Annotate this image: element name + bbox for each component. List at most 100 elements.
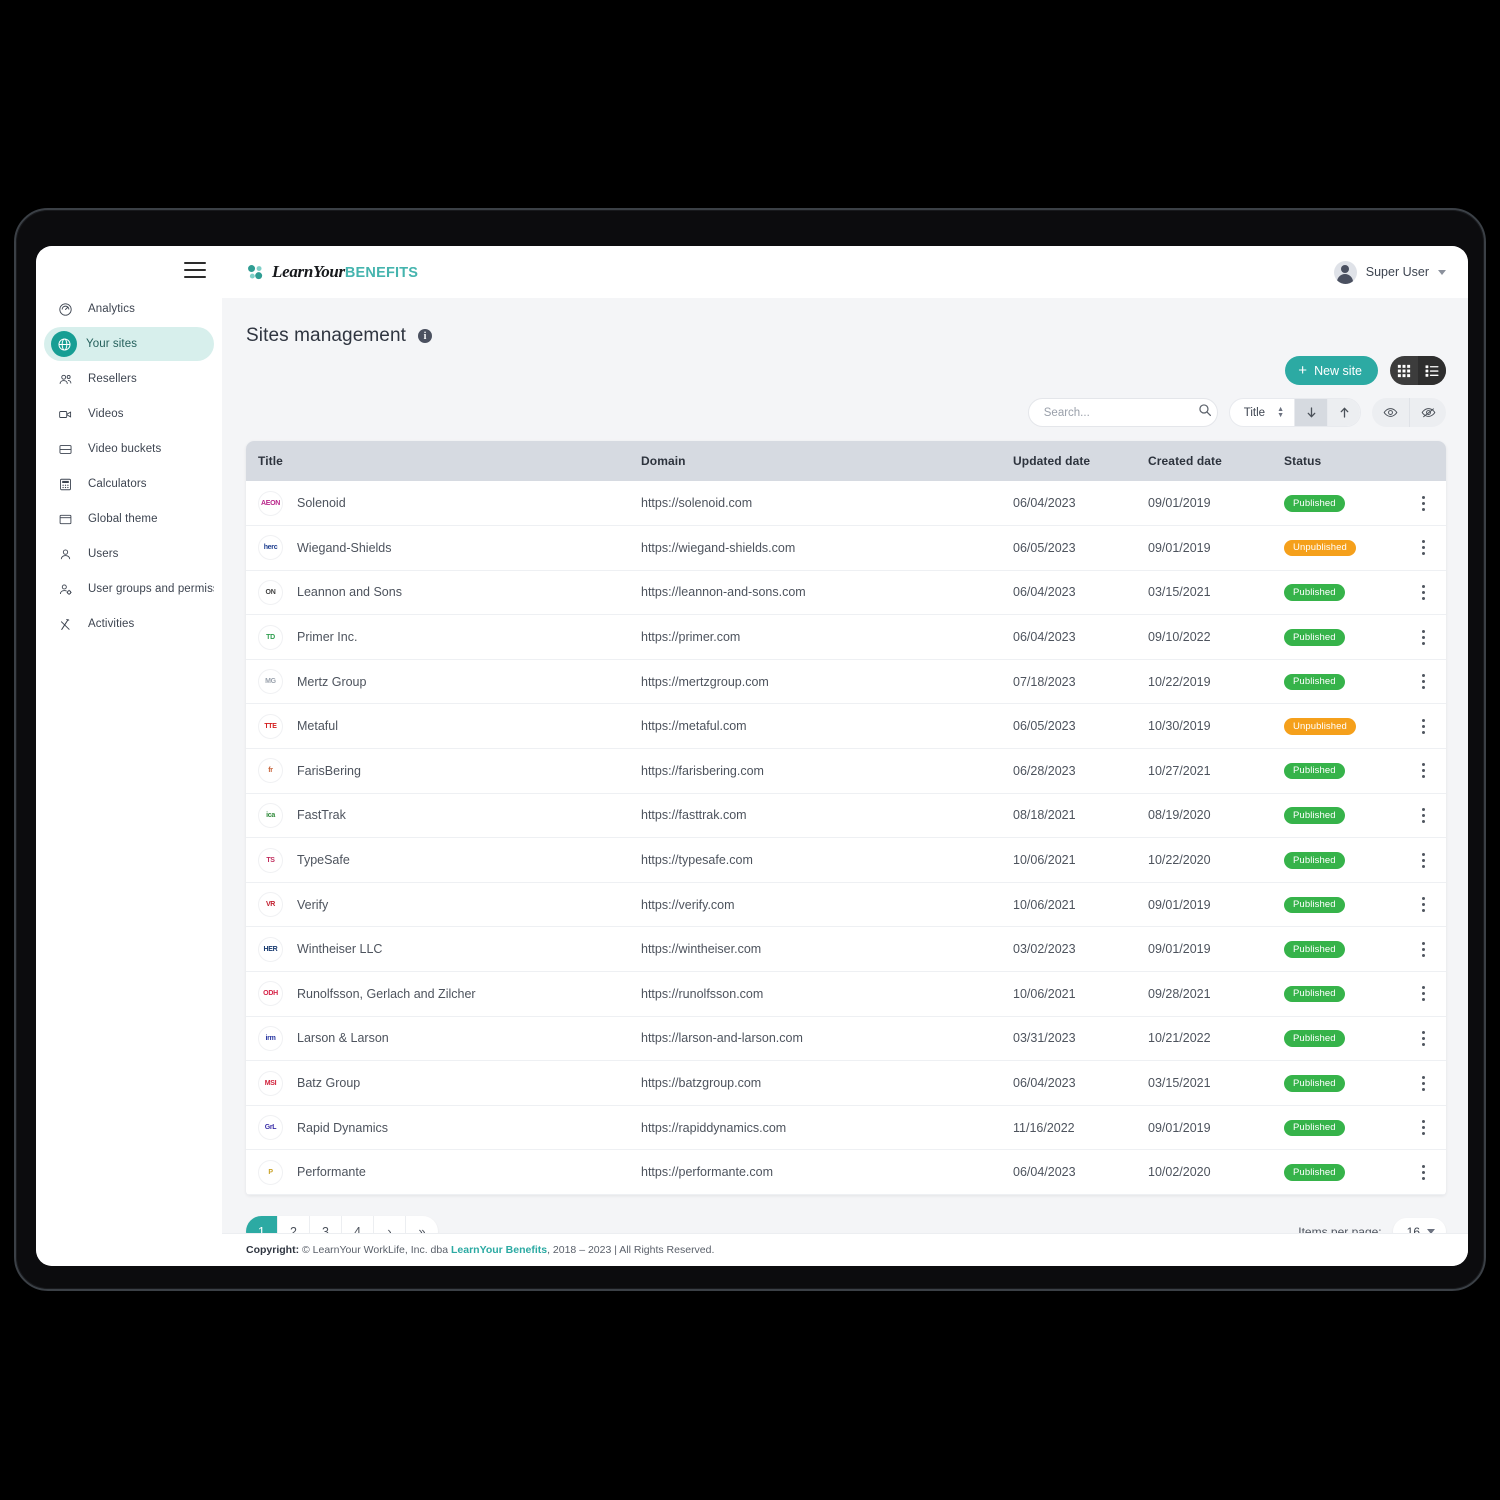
table-row[interactable]: irm Larson & Larson https://larson-and-lar…: [246, 1016, 1446, 1062]
row-menu-icon[interactable]: [1400, 540, 1446, 556]
row-menu-icon[interactable]: [1400, 629, 1446, 645]
sidebar: Analytics Your sites Resellers Videos Video …: [36, 246, 222, 1266]
row-menu-icon[interactable]: [1400, 1120, 1446, 1136]
cell-created-date: 08/19/2020: [1148, 793, 1284, 839]
updated-date: 10/06/2021: [1013, 986, 1076, 1001]
row-menu-icon[interactable]: [1400, 1030, 1446, 1046]
column-header-title[interactable]: Title: [246, 441, 641, 481]
eye-off-icon[interactable]: [1409, 398, 1446, 427]
column-header-updated[interactable]: Updated date: [1013, 441, 1148, 481]
sidebar-item-users[interactable]: Users: [44, 537, 214, 571]
cell-updated-date: 10/06/2021: [1013, 882, 1148, 928]
cell-created-date: 09/01/2019: [1148, 525, 1284, 571]
row-menu-icon[interactable]: [1400, 718, 1446, 734]
sidebar-item-activities[interactable]: Activities: [44, 607, 214, 641]
hamburger-icon[interactable]: [184, 262, 206, 278]
created-date: 09/01/2019: [1148, 496, 1211, 511]
cell-updated-date: 06/04/2023: [1013, 570, 1148, 616]
site-title: Leannon and Sons: [297, 585, 402, 600]
table-row[interactable]: ica FastTrak https://fasttrak.com 08/18/202…: [246, 793, 1446, 839]
table-row[interactable]: TS TypeSafe https://typesafe.com 10/06/2021…: [246, 837, 1446, 883]
main-content: Sites management i + New site Search... …: [222, 298, 1468, 1266]
table-row[interactable]: P Performante https://performante.com 06/04…: [246, 1149, 1446, 1195]
cell-actions: [1400, 659, 1446, 705]
sidebar-item-calculators[interactable]: Calculators: [44, 467, 214, 501]
row-menu-icon[interactable]: [1400, 897, 1446, 913]
sidebar-item-resellers[interactable]: Resellers: [44, 362, 214, 396]
site-domain: https://wintheiser.com: [641, 942, 762, 957]
table-row[interactable]: MSI Batz Group https://batzgroup.com 06/04/…: [246, 1060, 1446, 1106]
cell-updated-date: 06/04/2023: [1013, 1149, 1148, 1195]
new-site-button[interactable]: + New site: [1285, 356, 1378, 385]
sidebar-item-analytics[interactable]: Analytics: [44, 292, 214, 326]
cell-title: VR Verify: [246, 882, 641, 928]
user-menu[interactable]: Super User: [1333, 260, 1446, 284]
globe-icon: [51, 331, 77, 357]
window-icon: [54, 508, 76, 530]
sidebar-item-global-theme[interactable]: Global theme: [44, 502, 214, 536]
chevron-down-icon[interactable]: [1438, 269, 1446, 275]
table-body: AEON Solenoid https://solenoid.com 06/04/20…: [246, 481, 1446, 1195]
table-row[interactable]: MG Mertz Group https://mertzgroup.com 07/18…: [246, 659, 1446, 705]
cell-domain: https://performante.com: [641, 1149, 1013, 1195]
cell-title: P Performante: [246, 1149, 641, 1195]
table-row[interactable]: fr FarisBering https://farisbering.com 06/2…: [246, 748, 1446, 794]
list-view-icon[interactable]: [1418, 356, 1446, 385]
table-header: Title Domain Updated date Created date S…: [246, 441, 1446, 481]
column-header-status[interactable]: Status: [1284, 441, 1400, 481]
table-row[interactable]: GrL Rapid Dynamics https://rapiddynamics.c…: [246, 1105, 1446, 1151]
sort-ascending-button[interactable]: [1327, 399, 1360, 426]
footer-text-after: , 2018 – 2023 | All Rights Reserved.: [547, 1244, 715, 1256]
sidebar-item-video-buckets[interactable]: Video buckets: [44, 432, 214, 466]
cell-title: TD Primer Inc.: [246, 614, 641, 660]
info-icon[interactable]: i: [418, 329, 433, 343]
cell-title: TTE Metaful: [246, 703, 641, 750]
site-domain: https://batzgroup.com: [641, 1076, 762, 1091]
row-menu-icon[interactable]: [1400, 584, 1446, 600]
row-menu-icon[interactable]: [1400, 807, 1446, 823]
sidebar-item-label: Activities: [88, 618, 135, 630]
sidebar-item-label: Video buckets: [88, 443, 162, 455]
row-menu-icon[interactable]: [1400, 941, 1446, 957]
avatar: [1333, 260, 1357, 284]
row-menu-icon[interactable]: [1400, 1164, 1446, 1180]
view-mode-toggle: [1390, 356, 1446, 385]
created-date: 09/28/2021: [1148, 986, 1211, 1001]
tablet-device-frame: Analytics Your sites Resellers Videos Video …: [14, 208, 1486, 1291]
cell-status: Published: [1284, 659, 1400, 705]
cell-updated-date: 11/16/2022: [1013, 1105, 1148, 1151]
app-logo[interactable]: LearnYourBENEFITS: [246, 263, 418, 282]
eye-icon[interactable]: [1372, 398, 1409, 427]
table-row[interactable]: TD Primer Inc. https://primer.com 06/04/202…: [246, 614, 1446, 660]
row-menu-icon[interactable]: [1400, 763, 1446, 779]
cell-actions: [1400, 525, 1446, 571]
sidebar-item-videos[interactable]: Videos: [44, 397, 214, 431]
sidebar-item-your-sites[interactable]: Your sites: [44, 327, 214, 361]
sort-descending-button[interactable]: [1294, 399, 1327, 426]
search-box[interactable]: [1027, 398, 1218, 427]
row-menu-icon[interactable]: [1400, 986, 1446, 1002]
row-menu-icon[interactable]: [1400, 852, 1446, 868]
column-header-domain[interactable]: Domain: [641, 441, 1013, 481]
table-row[interactable]: VR Verify https://verify.com 10/06/2021 09/0…: [246, 882, 1446, 928]
search-icon[interactable]: [1198, 403, 1212, 422]
table-row[interactable]: herc Wiegand-Shields https://wiegand-shiel…: [246, 525, 1446, 571]
row-menu-icon[interactable]: [1400, 1075, 1446, 1091]
table-row[interactable]: HER Wintheiser LLC https://wintheiser.com 0…: [246, 926, 1446, 973]
row-menu-icon[interactable]: [1400, 674, 1446, 690]
sort-field-select[interactable]: Title ▲ ▼: [1230, 399, 1294, 426]
updated-date: 06/04/2023: [1013, 1165, 1076, 1180]
footer-brand-link[interactable]: LearnYour Benefits: [451, 1244, 547, 1256]
table-row[interactable]: ON Leannon and Sons https://leannon-and-so…: [246, 570, 1446, 616]
site-domain: https://farisbering.com: [641, 763, 764, 778]
table-row[interactable]: TTE Metaful https://metaful.com 06/05/2023 1…: [246, 703, 1446, 750]
created-date: 10/27/2021: [1148, 763, 1211, 778]
grid-view-icon[interactable]: [1390, 356, 1418, 385]
row-menu-icon[interactable]: [1400, 495, 1446, 511]
sidebar-item-user-groups-and-permiss[interactable]: User groups and permiss...: [44, 572, 214, 606]
table-row[interactable]: ODH Runolfsson, Gerlach and Zilcher https:…: [246, 971, 1446, 1017]
table-row[interactable]: AEON Solenoid https://solenoid.com 06/04/20…: [246, 481, 1446, 527]
cell-domain: https://larson-and-larson.com: [641, 1016, 1013, 1062]
search-input[interactable]: [1043, 406, 1198, 419]
column-header-created[interactable]: Created date: [1148, 441, 1284, 481]
